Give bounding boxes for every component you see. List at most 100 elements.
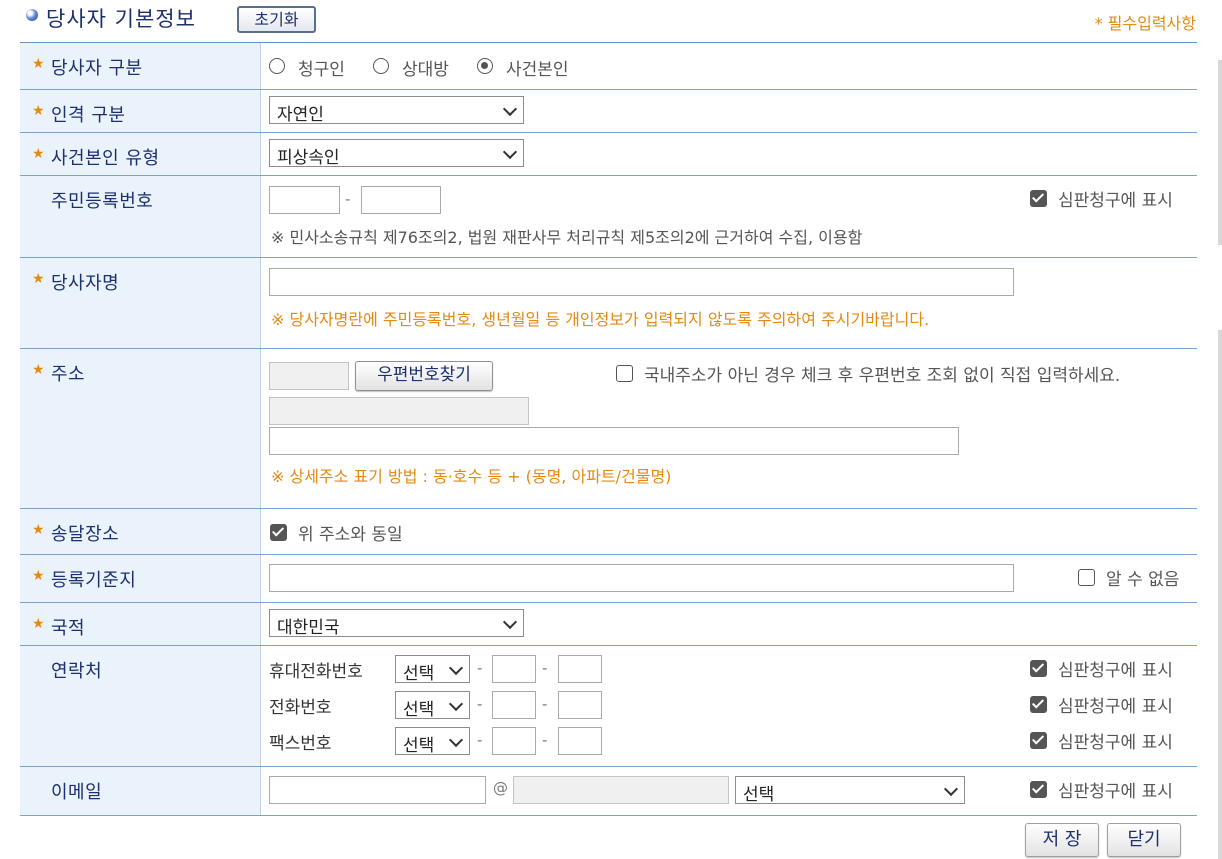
required-star-icon: ★: [32, 616, 45, 632]
email-show-checkbox[interactable]: [1030, 781, 1047, 798]
row-nationality: ★ 국적 대한민국: [20, 603, 1197, 646]
radio-opponent[interactable]: [373, 58, 389, 74]
save-button[interactable]: 저 장: [1025, 823, 1099, 857]
rrn-front-input[interactable]: [269, 186, 340, 214]
rrn-show-checkbox[interactable]: [1030, 190, 1047, 207]
row-contact: 연락처 휴대전화번호 선택 - - 심판청구에 표시 전화번호 선택 - - 심…: [20, 646, 1197, 767]
label-rrn: 주민등록번호: [51, 191, 154, 212]
email-id-input[interactable]: [269, 776, 486, 804]
mobile-show-checkbox[interactable]: [1030, 660, 1047, 677]
label-nationality: 국적: [51, 618, 86, 639]
phone-show-checkbox[interactable]: [1030, 696, 1047, 713]
registry-unknown-label[interactable]: 알 수 없음: [1106, 565, 1179, 590]
zipcode-input[interactable]: [269, 362, 349, 390]
mobile-dash-1: -: [477, 659, 483, 677]
email-show-label[interactable]: 심판청구에 표시: [1058, 777, 1173, 802]
address-detail-input[interactable]: [269, 427, 959, 455]
row-delivery: ★ 송달장소 위 주소와 동일: [20, 509, 1197, 555]
mobile-last-input[interactable]: [558, 655, 602, 683]
row-registry: ★ 등록기준지 알 수 없음: [20, 555, 1197, 603]
chevron-down-icon: [448, 660, 464, 676]
phone-mid-input[interactable]: [492, 691, 536, 719]
row-principal-type: ★ 사건본인 유형 피상속인: [20, 133, 1197, 176]
rrn-back-input[interactable]: [361, 186, 441, 214]
radio-principal-label[interactable]: 사건본인: [506, 55, 569, 80]
fax-show-checkbox[interactable]: [1030, 732, 1047, 749]
page-title: 당사자 기본정보: [46, 7, 196, 31]
registry-input[interactable]: [269, 564, 1014, 592]
scrollbar[interactable]: [1218, 60, 1222, 245]
party-name-notice: ※ 당사자명란에 주민등록번호, 생년월일 등 개인정보가 입력되지 않도록 주…: [271, 310, 930, 329]
radio-principal[interactable]: [477, 58, 493, 74]
person-type-select[interactable]: 자연인: [269, 96, 524, 125]
radio-claimant[interactable]: [269, 58, 285, 74]
mobile-show-label[interactable]: 심판청구에 표시: [1058, 656, 1173, 681]
chevron-down-icon: [502, 144, 518, 160]
row-address: ★ 주소 우편번호찾기 국내주소가 아닌 경우 체크 후 우편번호 조회 없이 직…: [20, 349, 1197, 509]
zipcode-search-button[interactable]: 우편번호찾기: [355, 361, 493, 391]
fax-dash-1: -: [477, 731, 483, 749]
radio-claimant-label[interactable]: 청구인: [298, 55, 345, 80]
email-at-sign: @: [493, 779, 508, 797]
required-note: * 필수입력사항: [1094, 14, 1196, 33]
fax-prefix-select[interactable]: 선택: [395, 727, 470, 756]
email-domain-input[interactable]: [513, 776, 729, 804]
row-party-name: ★ 당사자명 ※ 당사자명란에 주민등록번호, 생년월일 등 개인정보가 입력되지…: [20, 258, 1197, 349]
phone-prefix-select[interactable]: 선택: [395, 691, 470, 720]
phone-show-label[interactable]: 심판청구에 표시: [1058, 692, 1173, 717]
label-email: 이메일: [51, 782, 103, 803]
phone-last-input[interactable]: [558, 691, 602, 719]
rrn-dash: -: [345, 190, 351, 208]
fax-label: 팩스번호: [269, 734, 332, 754]
foreign-address-checkbox[interactable]: [616, 365, 633, 382]
email-domain-select[interactable]: 선택: [735, 776, 965, 805]
party-name-input[interactable]: [269, 268, 1014, 296]
required-star-icon: ★: [32, 146, 45, 162]
phone-label: 전화번호: [269, 698, 332, 718]
mobile-prefix-select[interactable]: 선택: [395, 655, 470, 684]
label-party-name: 당사자명: [51, 273, 120, 294]
rrn-show-label[interactable]: 심판청구에 표시: [1058, 186, 1173, 211]
principal-type-select[interactable]: 피상속인: [269, 139, 524, 168]
delivery-same-checkbox[interactable]: [270, 524, 287, 541]
close-button[interactable]: 닫기: [1107, 823, 1181, 857]
fax-mid-input[interactable]: [492, 727, 536, 755]
mobile-mid-input[interactable]: [492, 655, 536, 683]
fax-last-input[interactable]: [558, 727, 602, 755]
section-header: 당사자 기본정보 초기화 * 필수입력사항: [0, 0, 1222, 42]
phone-dash-1: -: [477, 695, 483, 713]
mobile-dash-2: -: [542, 659, 548, 677]
reset-button[interactable]: 초기화: [237, 6, 316, 33]
chevron-down-icon: [448, 696, 464, 712]
label-party-type: 당사자 구분: [51, 58, 143, 79]
radio-opponent-label[interactable]: 상대방: [402, 55, 449, 80]
foreign-address-label[interactable]: 국내주소가 아닌 경우 체크 후 우편번호 조회 없이 직접 입력하세요.: [644, 361, 1120, 386]
required-star-icon: ★: [32, 56, 45, 72]
row-person-type: ★ 인격 구분 자연인: [20, 90, 1197, 133]
party-info-form: ★ 당사자 구분 청구인 상대방 사건본인 ★ 인격 구분 자연인 ★ 사건본인 유형…: [20, 42, 1197, 816]
chevron-down-icon: [448, 732, 464, 748]
row-email: 이메일 @ 선택 심판청구에 표시: [20, 767, 1197, 816]
chevron-down-icon: [502, 101, 518, 117]
required-star-icon: ★: [32, 568, 45, 584]
label-principal-type: 사건본인 유형: [51, 148, 160, 169]
chevron-down-icon: [502, 614, 518, 630]
chevron-down-icon: [943, 781, 959, 797]
label-contact: 연락처: [51, 661, 103, 682]
label-registry: 등록기준지: [51, 570, 137, 591]
label-address: 주소: [51, 364, 86, 385]
fax-dash-2: -: [542, 731, 548, 749]
registry-unknown-checkbox[interactable]: [1078, 569, 1095, 586]
phone-dash-2: -: [542, 695, 548, 713]
bullet-icon: [26, 9, 38, 21]
required-star-icon: ★: [32, 103, 45, 119]
rrn-notice: ※ 민사소송규칙 제76조의2, 법원 재판사무 처리규칙 제5조의2에 근거하…: [271, 228, 863, 247]
scrollbar-lower[interactable]: [1218, 330, 1222, 859]
label-person-type: 인격 구분: [51, 105, 126, 126]
address-base-input[interactable]: [269, 397, 529, 425]
delivery-same-label[interactable]: 위 주소와 동일: [298, 520, 403, 545]
required-star-icon: ★: [32, 271, 45, 287]
fax-show-label[interactable]: 심판청구에 표시: [1058, 728, 1173, 753]
row-rrn: 주민등록번호 - 심판청구에 표시 ※ 민사소송규칙 제76조의2, 법원 재판…: [20, 176, 1197, 258]
nationality-select[interactable]: 대한민국: [269, 609, 524, 638]
